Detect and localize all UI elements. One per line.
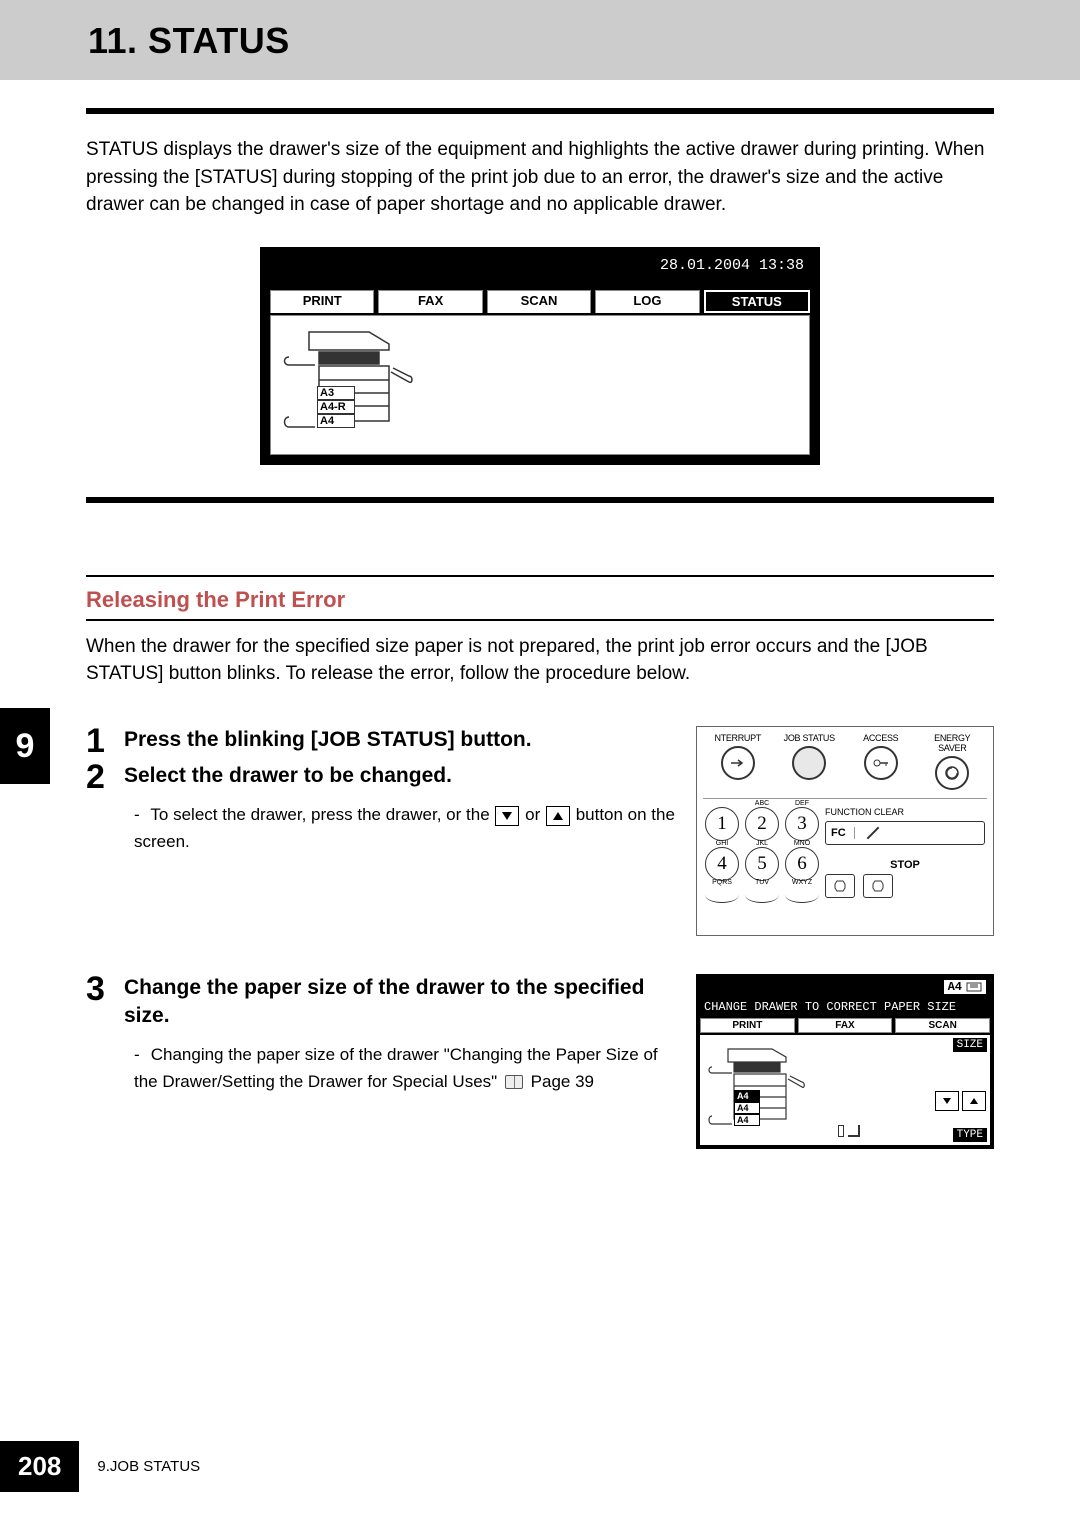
- section-heading: Releasing the Print Error: [86, 587, 994, 613]
- drawer-a4[interactable]: A4: [317, 414, 355, 428]
- key-6[interactable]: MNO6: [785, 847, 819, 881]
- printer-icon: [279, 322, 439, 437]
- tab-scan[interactable]: SCAN: [487, 290, 591, 313]
- down-arrow-icon[interactable]: [495, 806, 519, 826]
- key-8[interactable]: TUV: [745, 887, 779, 903]
- tab-scan[interactable]: SCAN: [895, 1018, 990, 1033]
- function-clear-label: FUNCTION CLEAR: [825, 807, 985, 817]
- footer-text: 9.JOB STATUS: [97, 1458, 200, 1475]
- energy-saver-button[interactable]: [935, 756, 969, 790]
- divider: [86, 108, 994, 114]
- interrupt-button[interactable]: [721, 746, 755, 780]
- step-body: - Changing the paper size of the drawer …: [124, 1042, 678, 1095]
- tab-status[interactable]: STATUS: [704, 290, 810, 313]
- drawer-labels: A4 A4 A4: [734, 1090, 760, 1126]
- step-3: 3 Change the paper size of the drawer to…: [86, 974, 678, 1095]
- step-heading: Press the blinking [JOB STATUS] button.: [124, 726, 678, 754]
- drawer-labels: A3 A4-R A4: [317, 386, 355, 428]
- numeric-keypad: 1 ABC2 DEF3 GHI4 JKL5 MNO6 PQRS TUV WXYZ: [705, 807, 819, 903]
- book-icon: [505, 1075, 523, 1089]
- energy-saver-label: ENERGY SAVER: [920, 733, 986, 753]
- step-number: 3: [86, 970, 105, 1009]
- page-footer: 208 9.JOB STATUS: [0, 1441, 200, 1492]
- type-button[interactable]: TYPE: [953, 1128, 987, 1142]
- up-arrow-button[interactable]: [962, 1091, 986, 1111]
- intro-paragraph: STATUS displays the drawer's size of the…: [86, 136, 994, 219]
- drawer-a4r[interactable]: A4-R: [317, 400, 355, 414]
- indicator-icons: [838, 1125, 860, 1137]
- stop-label: STOP: [825, 859, 985, 871]
- drawer-a3[interactable]: A3: [317, 386, 355, 400]
- screenshot-timestamp: 28.01.2004 13:38: [270, 257, 810, 290]
- step-heading: Change the paper size of the drawer to t…: [124, 974, 678, 1031]
- key-7[interactable]: PQRS: [705, 887, 739, 903]
- divider: [86, 575, 994, 577]
- drawer-a4-selected[interactable]: A4: [734, 1090, 760, 1102]
- step-number: 1: [86, 722, 105, 761]
- section-intro: When the drawer for the specified size p…: [86, 633, 994, 688]
- stop-button-2[interactable]: [863, 874, 893, 898]
- drawer-a4[interactable]: A4: [734, 1102, 760, 1114]
- up-arrow-icon[interactable]: [546, 806, 570, 826]
- key-2[interactable]: ABC2: [745, 807, 779, 841]
- screenshot-tabs: PRINT FAX SCAN LOG STATUS: [270, 290, 810, 313]
- divider: [703, 798, 987, 799]
- interrupt-label: NTERRUPT: [705, 733, 771, 743]
- step-number: 2: [86, 758, 105, 797]
- printer-icon: [704, 1041, 824, 1136]
- step-2: 2 Select the drawer to be changed. - To …: [86, 762, 678, 855]
- access-label: ACCESS: [848, 733, 914, 743]
- step-1: 1 Press the blinking [JOB STATUS] button…: [86, 726, 678, 754]
- down-arrow-button[interactable]: [935, 1091, 959, 1111]
- error-message: CHANGE DRAWER TO CORRECT PAPER SIZE: [700, 1000, 990, 1018]
- key-4[interactable]: GHI4: [705, 847, 739, 881]
- tab-fax[interactable]: FAX: [378, 290, 482, 313]
- screenshot-body: A3 A4-R A4: [270, 315, 810, 455]
- slash-icon: [866, 826, 879, 839]
- key-9[interactable]: WXYZ: [785, 887, 819, 903]
- step-body: - To select the drawer, press the drawer…: [124, 802, 678, 855]
- job-status-button[interactable]: [792, 746, 826, 780]
- divider: [86, 619, 994, 621]
- key-3[interactable]: DEF3: [785, 807, 819, 841]
- size-button[interactable]: SIZE: [953, 1038, 987, 1052]
- page-number: 208: [0, 1441, 79, 1492]
- change-drawer-screenshot: A4 CHANGE DRAWER TO CORRECT PAPER SIZE P…: [696, 974, 994, 1149]
- paper-size-indicator: A4: [944, 980, 986, 994]
- stop-button-1[interactable]: [825, 874, 855, 898]
- job-status-label: JOB STATUS: [777, 733, 843, 743]
- tab-print[interactable]: PRINT: [700, 1018, 795, 1033]
- page-title: 11. STATUS: [88, 20, 1080, 62]
- key-1[interactable]: 1: [705, 807, 739, 841]
- control-panel-illustration: NTERRUPT JOB STATUS ACCESS: [696, 726, 994, 936]
- key-5[interactable]: JKL5: [745, 847, 779, 881]
- tab-print[interactable]: PRINT: [270, 290, 374, 313]
- tab-log[interactable]: LOG: [595, 290, 699, 313]
- page-title-block: 11. STATUS: [0, 0, 1080, 80]
- access-button[interactable]: [864, 746, 898, 780]
- divider: [86, 497, 994, 503]
- chapter-tab: 9: [0, 708, 50, 784]
- tab-fax[interactable]: FAX: [798, 1018, 893, 1033]
- status-screenshot: 28.01.2004 13:38 PRINT FAX SCAN LOG STAT…: [260, 247, 820, 465]
- drawer-a4[interactable]: A4: [734, 1114, 760, 1126]
- function-clear-button[interactable]: FC: [825, 821, 985, 845]
- step-heading: Select the drawer to be changed.: [124, 762, 678, 790]
